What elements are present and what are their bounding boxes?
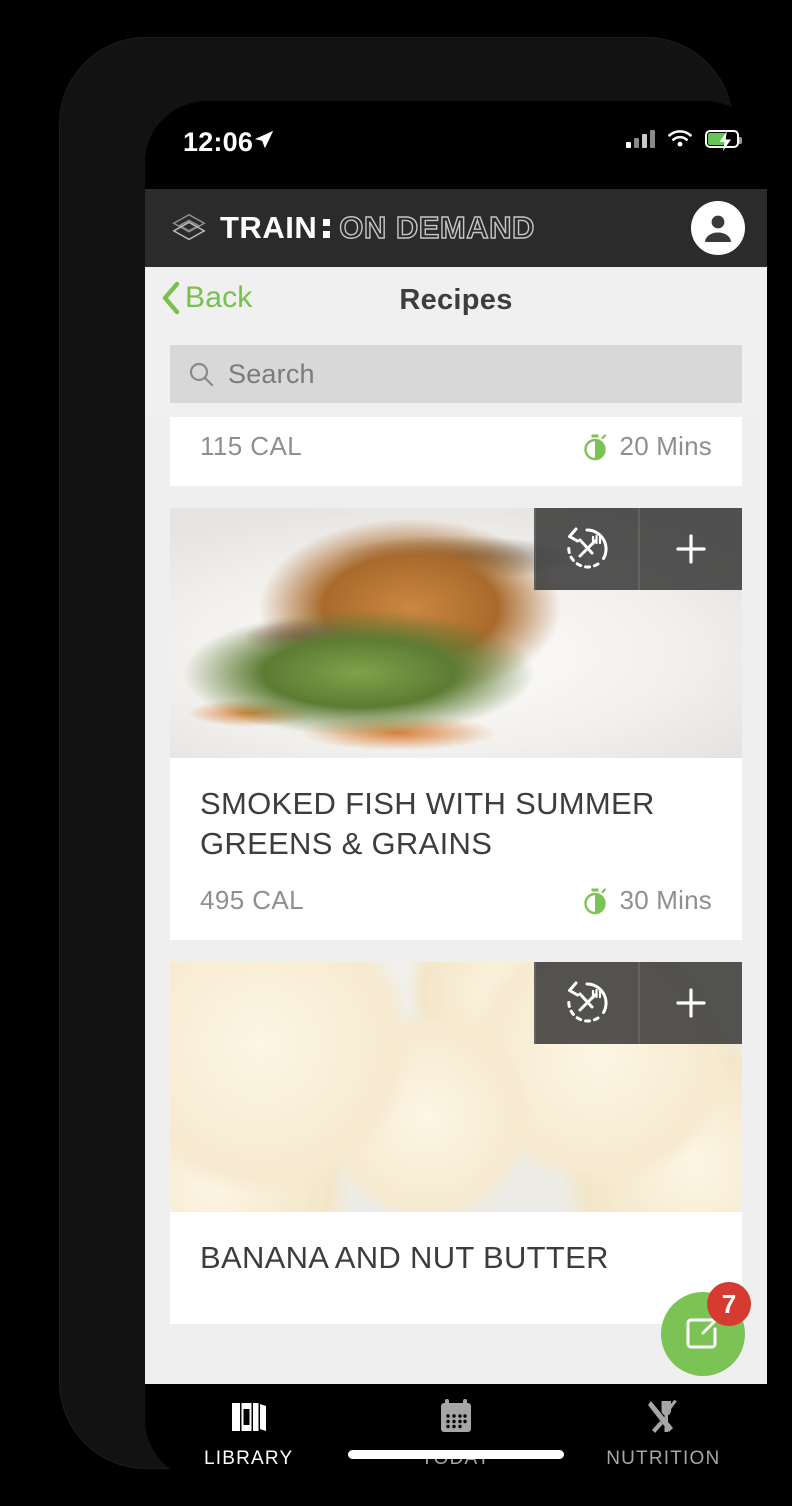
fork-knife-icon xyxy=(648,1400,678,1433)
swap-meal-button[interactable] xyxy=(534,508,638,590)
main-content: Back Recipes Search 115 CAL 20 Mins SMOK… xyxy=(145,267,767,1384)
brand-secondary-text: ON DEMAND xyxy=(339,209,536,245)
page-title: Recipes xyxy=(399,284,513,316)
recipe-photo[interactable] xyxy=(170,508,742,758)
bottom-tab-bar: LIBRARY TODAY xyxy=(145,1384,767,1481)
tab-label: LIBRARY xyxy=(203,1448,294,1469)
books-icon xyxy=(231,1403,266,1431)
swap-meal-icon xyxy=(567,527,608,569)
swap-meal-icon xyxy=(567,981,608,1023)
train-diamond-logo-icon xyxy=(172,213,206,241)
search-icon xyxy=(189,362,214,387)
tab-nutrition[interactable]: NUTRITION xyxy=(560,1384,767,1481)
recipe-time-text: 30 Mins xyxy=(619,885,712,916)
battery-charging-icon xyxy=(705,130,742,151)
recipe-photo[interactable] xyxy=(170,962,742,1213)
stopwatch-icon xyxy=(583,433,606,460)
wifi-icon xyxy=(668,130,692,147)
search-input[interactable]: Search xyxy=(170,345,742,403)
user-avatar-icon xyxy=(705,215,731,242)
recipe-card[interactable]: 115 CAL 20 Mins xyxy=(170,417,742,486)
phone-screen: 12:06 TRAIN ON DEMAND Back Recipes Searc… xyxy=(145,101,767,1481)
recipe-time: 20 Mins xyxy=(581,431,712,462)
stopwatch-icon xyxy=(583,888,606,915)
recipe-title: BANANA AND NUT BUTTER xyxy=(200,1240,609,1276)
brand-primary-text: TRAIN xyxy=(220,210,318,245)
nav-bar: Back Recipes xyxy=(145,267,767,345)
add-recipe-button[interactable] xyxy=(638,962,742,1045)
photo-action-group xyxy=(534,508,742,590)
recipe-list: 115 CAL 20 Mins SMOKED FISH WITH SUMMER … xyxy=(145,417,767,1325)
plus-icon xyxy=(676,988,706,1018)
tab-library[interactable]: LIBRARY xyxy=(145,1384,352,1481)
tab-label: NUTRITION xyxy=(606,1448,721,1469)
recipe-meta: 115 CAL 20 Mins xyxy=(200,431,712,462)
recipe-calories: 115 CAL xyxy=(200,431,303,461)
recipe-card[interactable]: BANANA AND NUT BUTTER xyxy=(170,962,742,1325)
phone-frame: 12:06 TRAIN ON DEMAND Back Recipes Searc… xyxy=(60,38,767,1481)
tab-today[interactable]: TODAY xyxy=(352,1384,559,1481)
screenshot-stage: 12:06 TRAIN ON DEMAND Back Recipes Searc… xyxy=(0,0,792,1506)
home-indicator xyxy=(348,1450,564,1459)
calendar-icon xyxy=(440,1399,471,1432)
compose-fab-button[interactable]: 7 xyxy=(661,1282,751,1376)
recipe-calories: 495 CAL xyxy=(200,885,304,916)
search-bar-container: Search xyxy=(145,345,767,417)
photo-action-group xyxy=(534,962,742,1045)
status-bar: 12:06 xyxy=(145,101,767,189)
add-recipe-button[interactable] xyxy=(638,508,742,590)
recipe-time: 30 Mins xyxy=(581,885,712,916)
brand-colon-mark xyxy=(323,218,331,238)
search-placeholder: Search xyxy=(228,358,315,389)
swap-meal-button[interactable] xyxy=(534,962,638,1045)
cellular-signal-icon xyxy=(626,130,655,148)
recipe-meta: 495 CAL 30 Mins xyxy=(200,885,712,916)
status-indicators xyxy=(626,127,742,151)
status-time: 12:06 xyxy=(183,127,254,157)
avatar[interactable] xyxy=(691,201,745,255)
recipe-card[interactable]: SMOKED FISH WITH SUMMER GREENS & GRAINS … xyxy=(170,508,742,941)
location-arrow-icon xyxy=(254,130,274,149)
recipe-title: SMOKED FISH WITH SUMMER GREENS & GRAINS xyxy=(200,786,655,861)
app-header: TRAIN ON DEMAND xyxy=(145,189,767,267)
fab-badge: 7 xyxy=(707,1282,751,1326)
plus-icon xyxy=(676,534,706,564)
recipe-time-text: 20 Mins xyxy=(619,431,712,461)
